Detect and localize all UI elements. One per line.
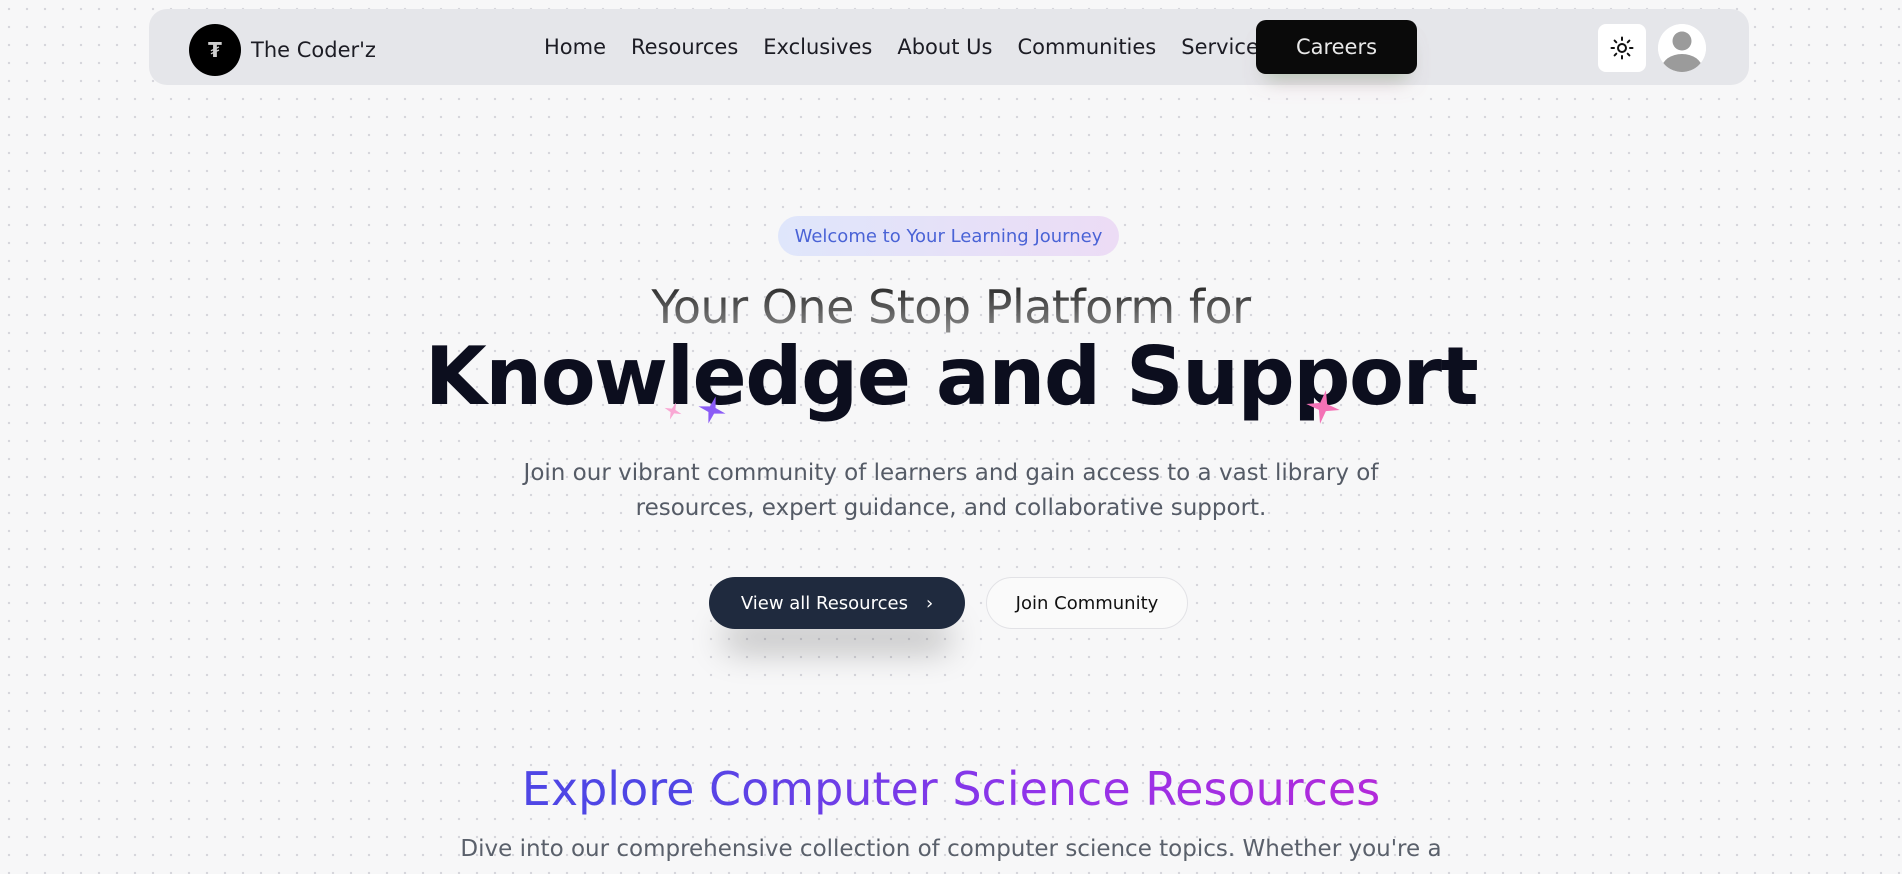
nav-link-communities[interactable]: Communities [1017, 35, 1156, 59]
hero-description-line-2: resources, expert guidance, and collabor… [635, 495, 1267, 521]
sparkle-icon [698, 396, 726, 424]
view-all-resources-label: View all Resources [740, 592, 908, 614]
nav-links: Home Resources Exclusives About Us Commu… [544, 9, 1295, 85]
theme-toggle-button[interactable] [1598, 24, 1646, 72]
navbar: ₮ The Coder'z Home Resources Exclusives … [149, 9, 1749, 85]
nav-link-exclusives[interactable]: Exclusives [763, 35, 872, 59]
hero-description: Join our vibrant community of learners a… [520, 456, 1382, 526]
user-avatar-icon[interactable] [1658, 24, 1706, 72]
chevron-right-icon: › [925, 592, 934, 614]
hero-title: Knowledge and Support [424, 330, 1479, 423]
logo-icon: ₮ [189, 24, 241, 76]
nav-link-about-us[interactable]: About Us [897, 35, 992, 59]
section-description: Dive into our comprehensive collection o… [460, 836, 1442, 862]
careers-button[interactable]: Careers [1256, 20, 1417, 74]
sparkle-icon [1306, 390, 1340, 424]
hero-subtitle: Your One Stop Platform for [0, 280, 1902, 334]
sparkle-icon [664, 402, 682, 420]
nav-link-resources[interactable]: Resources [631, 35, 738, 59]
sun-icon [1610, 36, 1634, 60]
welcome-badge: Welcome to Your Learning Journey [778, 216, 1119, 256]
view-all-resources-button[interactable]: View all Resources › [709, 577, 965, 629]
hero-description-line-1: Join our vibrant community of learners a… [523, 460, 1379, 486]
section-title: Explore Computer Science Resources [0, 762, 1902, 816]
brand-name: The Coder'z [251, 38, 376, 62]
brand[interactable]: ₮ The Coder'z [189, 24, 376, 76]
nav-link-home[interactable]: Home [544, 35, 606, 59]
join-community-button[interactable]: Join Community [986, 577, 1188, 629]
